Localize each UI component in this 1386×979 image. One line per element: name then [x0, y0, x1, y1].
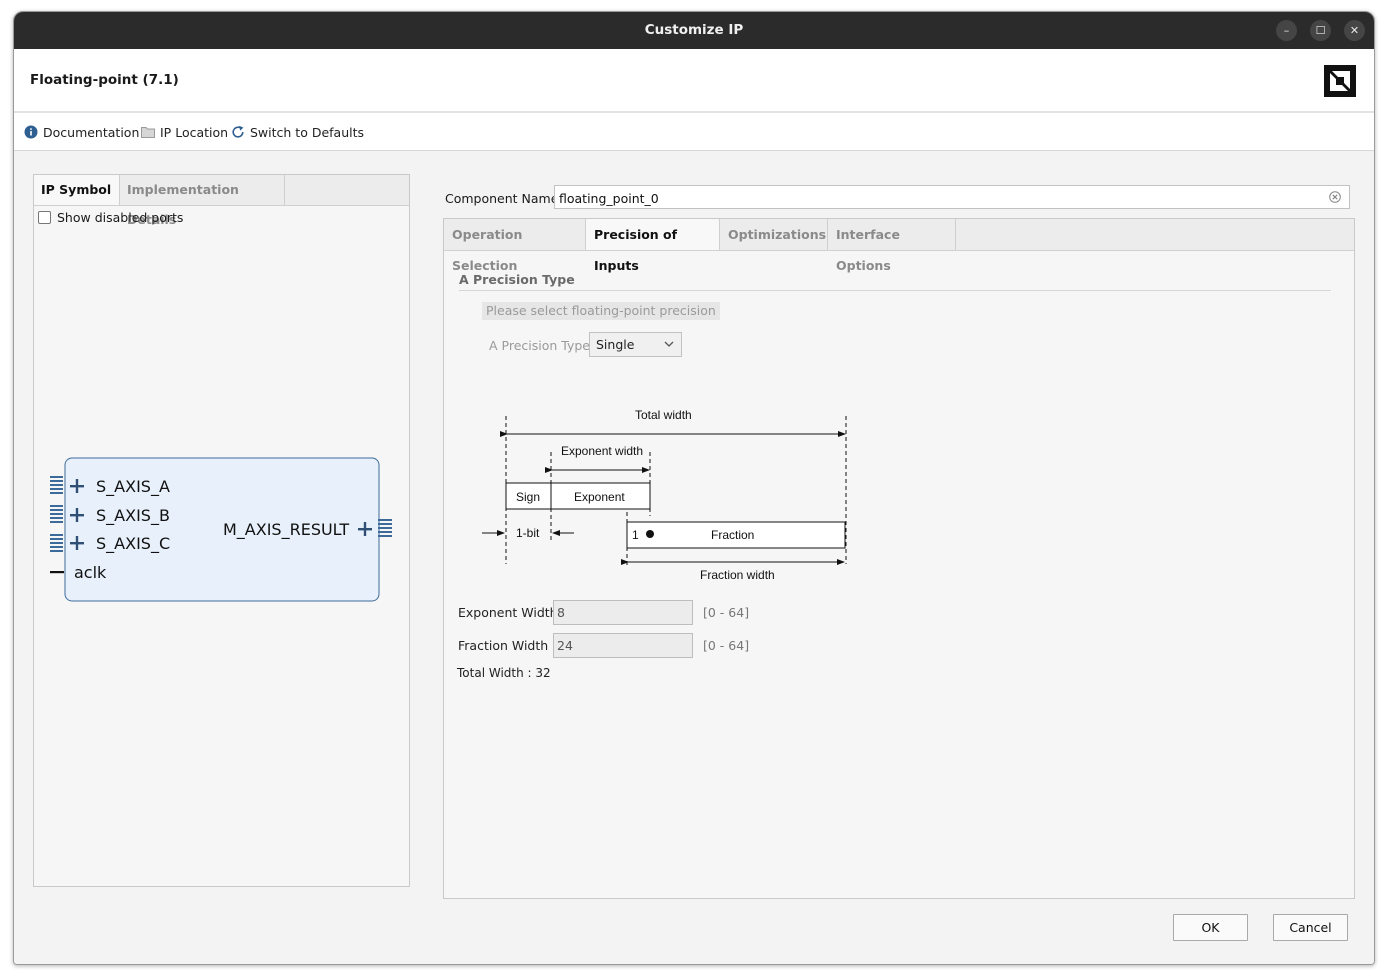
- toolbar: Documentation IP Location Switch to Defa…: [14, 113, 1374, 150]
- section-divider: [459, 290, 1331, 291]
- port-s-axis-c: S_AXIS_C: [96, 534, 170, 554]
- dialog-body: IP Symbol Implementation Details Show di…: [14, 151, 1374, 964]
- component-name-field[interactable]: [554, 185, 1350, 209]
- ip-header: Floating-point (7.1): [14, 49, 1374, 111]
- folder-icon: [141, 127, 155, 138]
- maximize-button[interactable]: ☐: [1310, 20, 1331, 41]
- tab-optimizations[interactable]: Optimizations: [720, 219, 828, 250]
- section-title: A Precision Type: [459, 272, 575, 287]
- configuration-panel: Operation Selection Precision of Inputs …: [443, 218, 1355, 899]
- diagram-fraction: Fraction: [711, 528, 754, 542]
- minimize-button[interactable]: –: [1276, 20, 1297, 41]
- tab-ip-symbol[interactable]: IP Symbol: [34, 175, 120, 205]
- diagram-exponent-width: Exponent width: [561, 444, 643, 458]
- tab-interface-options[interactable]: Interface Options: [828, 219, 956, 273]
- tab-precision-of-inputs[interactable]: Precision of Inputs: [586, 219, 720, 273]
- documentation-button[interactable]: Documentation: [24, 124, 139, 140]
- documentation-label: Documentation: [43, 124, 140, 140]
- component-name-input[interactable]: [557, 187, 1321, 209]
- precision-type-select[interactable]: Single: [589, 332, 682, 357]
- ip-location-button[interactable]: IP Location: [141, 124, 228, 140]
- info-icon: [24, 125, 38, 139]
- ip-title: Floating-point (7.1): [30, 72, 179, 88]
- diagram-one: 1: [632, 528, 639, 542]
- ip-symbol-diagram: S_AXIS_A S_AXIS_B S_AXIS_C aclk M_AXIS_R…: [50, 457, 392, 602]
- precision-type-value: Single: [596, 337, 635, 352]
- m-axis-result-bus-icon: [378, 519, 392, 537]
- precision-diagram: Total width Exponent width Sign Exponent…: [482, 408, 847, 582]
- precision-hint: Please select floating-point precision: [482, 302, 720, 320]
- refresh-icon: [232, 125, 244, 138]
- s-axis-b-bus-icon: [50, 505, 63, 523]
- close-button[interactable]: ✕: [1344, 20, 1365, 41]
- diagram-fraction-width: Fraction width: [700, 568, 775, 582]
- exponent-width-input[interactable]: [553, 600, 693, 625]
- left-tab-bar: IP Symbol Implementation Details: [34, 175, 409, 227]
- port-s-axis-b: S_AXIS_B: [96, 506, 170, 526]
- fraction-width-range: [0 - 64]: [703, 638, 750, 653]
- tab-operation-selection[interactable]: Operation Selection: [444, 219, 586, 273]
- show-disabled-ports-label: Show disabled ports: [57, 210, 184, 225]
- show-disabled-ports-checkbox[interactable]: [38, 211, 51, 224]
- port-m-axis-result: M_AXIS_RESULT: [223, 520, 349, 540]
- fraction-width-input[interactable]: [553, 633, 693, 658]
- window-title: Customize IP: [644, 22, 744, 38]
- port-s-axis-a: S_AXIS_A: [96, 477, 170, 497]
- component-name-label: Component Name: [445, 191, 559, 206]
- aclk-wire-icon: [50, 571, 64, 574]
- amd-logo-icon: [1324, 65, 1356, 97]
- ip-location-label: IP Location: [160, 124, 229, 140]
- ip-symbol-panel: IP Symbol Implementation Details Show di…: [33, 174, 410, 887]
- switch-to-defaults-label: Switch to Defaults: [250, 124, 365, 140]
- tab-implementation-details[interactable]: Implementation Details: [120, 175, 285, 227]
- exponent-width-label: Exponent Width: [458, 605, 558, 620]
- diagram-one-bit: 1-bit: [516, 526, 540, 540]
- title-bar[interactable]: Customize IP – ☐ ✕: [14, 12, 1374, 49]
- cancel-button[interactable]: Cancel: [1273, 914, 1348, 941]
- chevron-down-icon: [664, 341, 674, 347]
- diagram-sign: Sign: [516, 490, 540, 504]
- clear-icon[interactable]: [1329, 191, 1341, 203]
- s-axis-a-bus-icon: [50, 476, 63, 494]
- fraction-width-label: Fraction Width: [458, 638, 549, 653]
- port-aclk: aclk: [74, 563, 107, 582]
- diagram-total-width: Total width: [635, 408, 692, 422]
- diagram-exponent: Exponent: [574, 490, 625, 504]
- exponent-width-range: [0 - 64]: [703, 605, 750, 620]
- right-tab-bar: Operation Selection Precision of Inputs …: [444, 219, 1354, 273]
- ok-button[interactable]: OK: [1173, 914, 1248, 941]
- s-axis-c-bus-icon: [50, 534, 63, 552]
- show-disabled-ports-row[interactable]: Show disabled ports: [38, 210, 183, 225]
- customize-ip-window: Customize IP – ☐ ✕ Floating-point (7.1) …: [13, 11, 1375, 965]
- switch-to-defaults-button[interactable]: Switch to Defaults: [231, 124, 364, 140]
- precision-type-label: A Precision Type: [489, 338, 590, 353]
- total-width-readout: Total Width : 32: [457, 666, 551, 680]
